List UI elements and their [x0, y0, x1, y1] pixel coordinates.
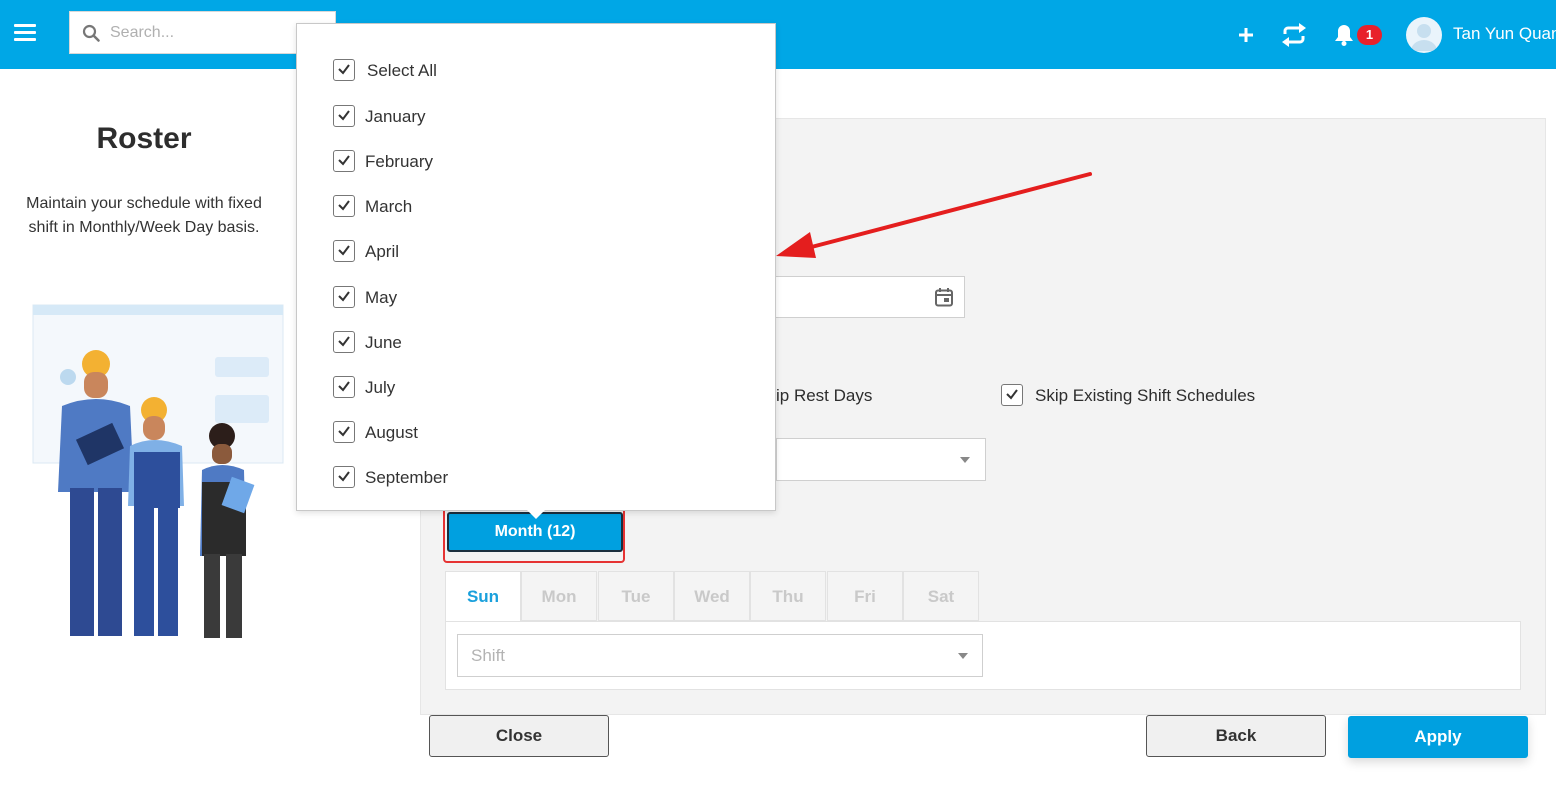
close-button[interactable]: Close — [429, 715, 609, 757]
check-icon — [338, 291, 350, 302]
check-icon — [338, 155, 350, 166]
tab-sun[interactable]: Sun — [445, 571, 521, 621]
checkbox[interactable] — [333, 421, 355, 443]
top-navbar: 1 Tan Yun Quan — [0, 0, 1556, 69]
chevron-down-icon — [960, 457, 970, 463]
month-option-february[interactable]: February — [333, 150, 633, 174]
checkbox[interactable] — [333, 105, 355, 127]
plus-icon[interactable] — [1233, 22, 1259, 48]
checkbox[interactable] — [333, 466, 355, 488]
option-label: January — [365, 107, 426, 126]
checkbox[interactable] — [333, 286, 355, 308]
month-option-july[interactable]: July — [333, 376, 633, 400]
month-option-september[interactable]: September — [333, 466, 633, 490]
apply-button[interactable]: Apply — [1348, 716, 1528, 758]
calendar-icon[interactable] — [934, 287, 954, 307]
tab-fri[interactable]: Fri — [827, 571, 903, 621]
tab-sat[interactable]: Sat — [903, 571, 979, 621]
search-input[interactable] — [110, 20, 310, 46]
search-icon — [82, 24, 100, 42]
check-icon — [338, 200, 350, 211]
month-option-march[interactable]: March — [333, 195, 633, 219]
option-label: Select All — [367, 61, 437, 80]
shift-select[interactable]: Shift — [457, 634, 983, 677]
check-icon — [338, 426, 350, 437]
shift-placeholder: Shift — [471, 646, 506, 665]
checkbox[interactable] — [333, 195, 355, 217]
checkbox[interactable] — [333, 59, 355, 81]
skip-existing-label[interactable]: Skip Existing Shift Schedules — [1035, 386, 1255, 406]
option-label: February — [365, 152, 434, 171]
checkbox[interactable] — [333, 240, 355, 262]
month-option-june[interactable]: June — [333, 331, 633, 355]
month-dropdown: Select All January February March April … — [296, 23, 776, 511]
check-icon — [338, 381, 350, 392]
user-name[interactable]: Tan Yun Quan — [1453, 24, 1556, 44]
pattern-select[interactable] — [776, 438, 986, 481]
tab-mon[interactable]: Mon — [521, 571, 597, 621]
user-avatar[interactable] — [1406, 17, 1442, 53]
option-label: August — [365, 423, 418, 442]
month-option-select-all[interactable]: Select All — [333, 59, 633, 83]
user-icon — [1411, 24, 1437, 51]
option-label: April — [365, 242, 400, 261]
option-label: July — [365, 378, 396, 397]
tab-tue[interactable]: Tue — [598, 571, 674, 621]
skip-rest-days-label[interactable]: ip Rest Days — [776, 386, 872, 406]
check-icon — [338, 336, 350, 347]
page-description: Maintain your schedule with fixed shift … — [26, 195, 262, 236]
option-label: September — [365, 468, 449, 487]
checkbox[interactable] — [333, 331, 355, 353]
option-label: June — [365, 333, 402, 352]
checkbox[interactable] — [333, 150, 355, 172]
option-label: March — [365, 197, 413, 216]
bell-icon[interactable] — [1333, 23, 1355, 47]
check-icon — [338, 245, 350, 256]
option-label: May — [365, 288, 398, 307]
dropdown-pointer — [527, 510, 545, 519]
roster-illustration — [32, 304, 284, 638]
back-button[interactable]: Back — [1146, 715, 1326, 757]
page-title: Roster — [96, 122, 192, 155]
month-option-april[interactable]: April — [333, 240, 633, 264]
annotation-arrow — [776, 172, 1092, 258]
month-option-august[interactable]: August — [333, 421, 633, 445]
check-icon — [1006, 389, 1018, 400]
skip-existing-checkbox[interactable] — [1001, 384, 1023, 406]
tab-wed[interactable]: Wed — [674, 571, 750, 621]
month-option-may[interactable]: May — [333, 286, 633, 310]
checkbox[interactable] — [333, 376, 355, 398]
chevron-down-icon — [958, 653, 968, 659]
notification-badge: 1 — [1357, 25, 1382, 45]
check-icon — [338, 110, 350, 121]
date-input[interactable] — [760, 276, 965, 318]
menu-icon[interactable] — [14, 24, 36, 42]
check-icon — [338, 64, 350, 75]
sync-icon[interactable] — [1279, 20, 1309, 50]
month-option-january[interactable]: January — [333, 105, 633, 129]
tab-thu[interactable]: Thu — [750, 571, 826, 621]
check-icon — [338, 471, 350, 482]
